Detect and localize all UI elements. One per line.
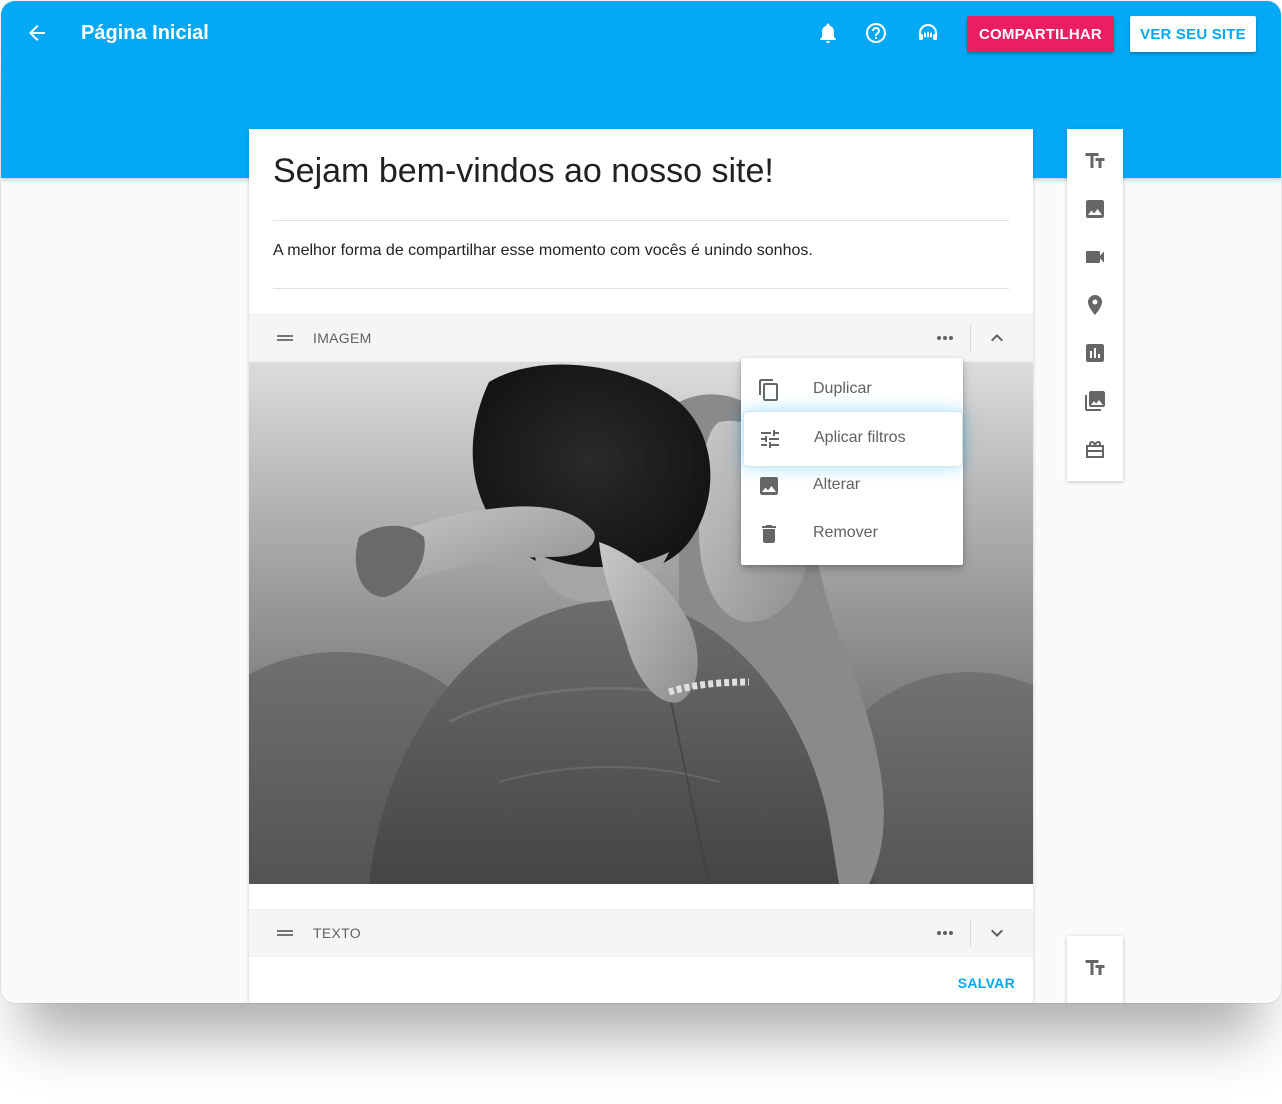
drag-handle-icon[interactable] [275,925,295,941]
chart-icon[interactable] [1083,341,1107,365]
drag-handle-icon[interactable] [275,330,295,346]
page-title: Página Inicial [81,22,209,44]
menu-item-apply-filters[interactable]: Aplicar filtros [743,411,963,467]
vertical-divider [970,325,971,351]
gallery-icon[interactable] [1083,389,1107,413]
trash-icon [762,525,776,543]
help-icon[interactable] [864,21,888,45]
site-body-text[interactable]: A melhor forma de compartilhar esse mome… [273,241,813,261]
gift-icon[interactable] [1083,437,1107,461]
copy-icon [759,379,778,401]
text-format-icon[interactable] [1083,149,1107,173]
section-label: IMAGEM [313,330,372,346]
view-site-button[interactable]: VER SEU SITE [1130,16,1256,52]
menu-item-change[interactable]: Alterar [741,462,963,510]
block-toolbar [1067,129,1123,481]
menu-item-remove[interactable]: Remover [741,510,963,558]
app-window: Página Inicial COMPARTILHAR VER SEU SITE… [1,1,1281,1003]
chevron-up-icon[interactable] [985,326,1009,350]
text-section-header: TEXTO [249,909,1033,957]
editor-card: Sejam bem-vindos ao nosso site! A melhor… [249,129,1033,1003]
section-label: TEXTO [313,925,361,941]
menu-item-label: Duplicar [813,380,872,397]
image-icon [760,477,778,495]
share-button[interactable]: COMPARTILHAR [967,16,1114,52]
image-context-menu: Duplicar Aplicar filtros Alterar Remover [741,358,963,565]
text-format-icon[interactable] [1083,956,1107,980]
tune-icon [761,430,779,448]
menu-item-label: Aplicar filtros [814,429,906,446]
more-horiz-icon[interactable] [933,326,957,350]
save-button[interactable]: SALVAR [945,975,1015,995]
bell-icon[interactable] [816,21,840,45]
menu-item-label: Alterar [813,476,861,493]
menu-item-duplicate[interactable]: Duplicar [741,366,963,414]
image-icon[interactable] [1083,197,1107,221]
location-icon[interactable] [1083,293,1107,317]
chevron-down-icon[interactable] [985,921,1009,945]
site-headline[interactable]: Sejam bem-vindos ao nosso site! [273,151,774,191]
arrow-back-icon[interactable] [25,21,49,45]
more-horiz-icon[interactable] [933,921,957,945]
image-section-header: IMAGEM [249,314,1033,362]
video-icon[interactable] [1083,245,1107,269]
support-agent-icon[interactable] [916,21,940,45]
divider [273,288,1009,289]
divider [273,220,1009,221]
vertical-divider [970,920,971,946]
menu-item-label: Remover [813,524,878,541]
block-toolbar-secondary [1067,936,1123,1003]
